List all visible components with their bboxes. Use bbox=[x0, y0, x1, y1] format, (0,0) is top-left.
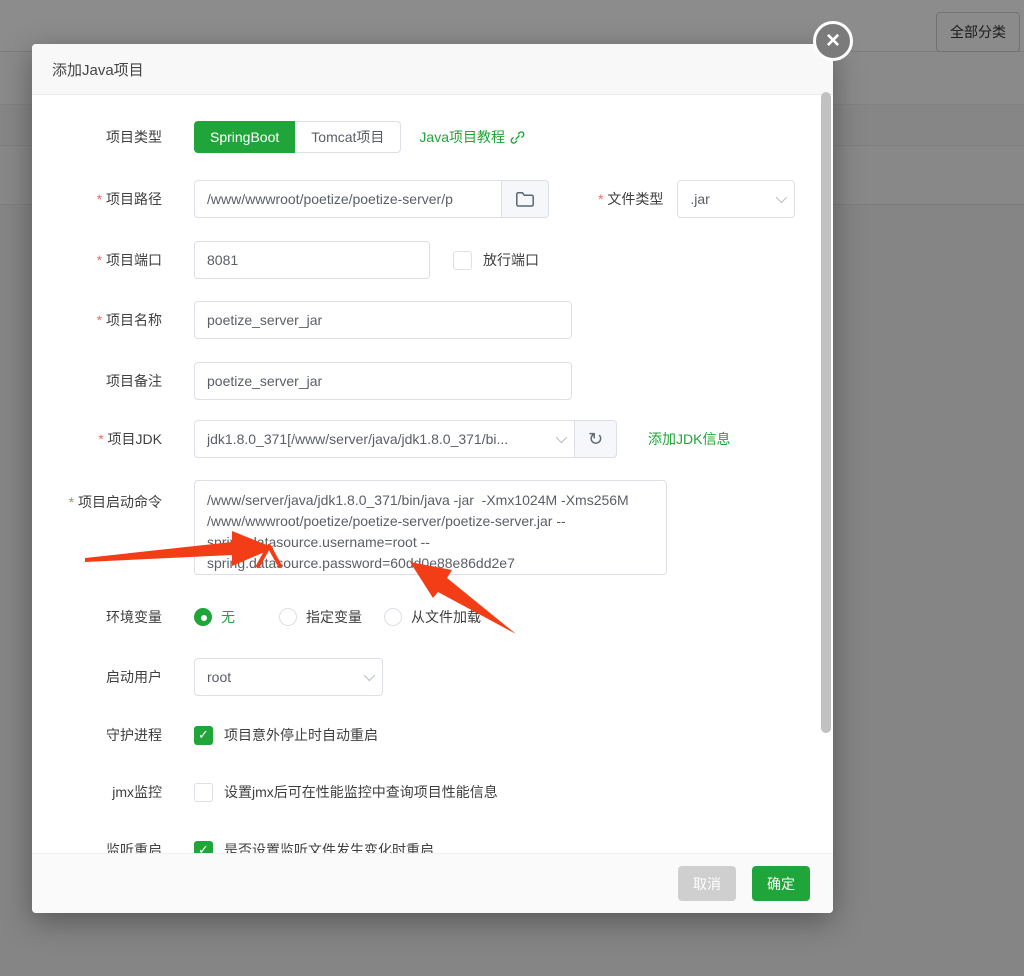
run-user-select[interactable]: root bbox=[194, 658, 383, 696]
project-port-label: 项目端口 bbox=[32, 250, 162, 270]
check-icon: ✓ bbox=[198, 727, 209, 743]
refresh-jdk-button[interactable]: ↻ bbox=[575, 420, 617, 458]
row-project-path: 项目路径 文件类型 .jar bbox=[32, 180, 795, 218]
dialog-footer: 取消 确定 bbox=[32, 853, 833, 913]
row-project-port: 项目端口 放行端口 bbox=[32, 241, 539, 279]
row-listen-restart: 监听重启 ✓ 是否设置监听文件发生变化时重启 bbox=[32, 840, 434, 853]
listen-restart-label: 监听重启 bbox=[32, 840, 162, 853]
row-project-type: 项目类型 SpringBoot Tomcat项目 Java项目教程 bbox=[32, 121, 525, 153]
env-vars-label: 环境变量 bbox=[32, 607, 162, 627]
browse-folder-button[interactable] bbox=[502, 180, 549, 218]
env-file-radio[interactable] bbox=[384, 608, 402, 626]
jmx-text: 设置jmx后可在性能监控中查询项目性能信息 bbox=[224, 782, 498, 802]
release-port-checkbox[interactable] bbox=[453, 251, 472, 270]
listen-restart-text: 是否设置监听文件发生变化时重启 bbox=[224, 840, 434, 853]
env-specify-radio[interactable] bbox=[279, 608, 297, 626]
link-icon bbox=[510, 130, 525, 145]
env-specify-label: 指定变量 bbox=[306, 607, 362, 627]
project-name-label: 项目名称 bbox=[32, 310, 162, 330]
type-tomcat-button[interactable]: Tomcat项目 bbox=[295, 121, 401, 153]
type-springboot-button[interactable]: SpringBoot bbox=[194, 121, 295, 153]
chevron-down-icon bbox=[776, 192, 787, 203]
add-jdk-link-text: 添加JDK信息 bbox=[648, 429, 730, 449]
screen: 全部分类 × 添加Java项目 项目类型 SpringBoot Tomcat项目… bbox=[0, 0, 1024, 976]
project-path-label: 项目路径 bbox=[32, 189, 162, 209]
row-jmx: jmx监控 设置jmx后可在性能监控中查询项目性能信息 bbox=[32, 782, 498, 802]
file-type-select[interactable]: .jar bbox=[677, 180, 795, 218]
add-jdk-link[interactable]: 添加JDK信息 bbox=[648, 429, 730, 449]
listen-restart-checkbox[interactable]: ✓ bbox=[194, 841, 213, 854]
folder-icon bbox=[515, 191, 535, 208]
project-jdk-value: jdk1.8.0_371[/www/server/java/jdk1.8.0_3… bbox=[207, 431, 508, 447]
chevron-down-icon bbox=[364, 670, 375, 681]
start-command-textarea[interactable]: /www/server/java/jdk1.8.0_371/bin/java -… bbox=[194, 480, 667, 575]
dialog-scrollbar[interactable] bbox=[821, 92, 831, 733]
chevron-down-icon bbox=[556, 432, 567, 443]
env-file-label: 从文件加载 bbox=[411, 607, 481, 627]
project-name-input[interactable] bbox=[194, 301, 572, 339]
env-none-label: 无 bbox=[221, 607, 235, 627]
file-type-label: 文件类型 bbox=[598, 189, 663, 209]
project-path-input[interactable] bbox=[194, 180, 502, 218]
close-icon[interactable]: × bbox=[813, 21, 853, 61]
env-none-radio[interactable] bbox=[194, 608, 212, 626]
project-jdk-select[interactable]: jdk1.8.0_371[/www/server/java/jdk1.8.0_3… bbox=[194, 420, 575, 458]
jmx-checkbox[interactable] bbox=[194, 783, 213, 802]
row-run-user: 启动用户 root bbox=[32, 658, 383, 696]
daemon-checkbox[interactable]: ✓ bbox=[194, 726, 213, 745]
project-note-input[interactable] bbox=[194, 362, 572, 400]
row-project-name: 项目名称 bbox=[32, 301, 572, 339]
jmx-label: jmx监控 bbox=[32, 782, 162, 802]
project-jdk-label: 项目JDK bbox=[32, 429, 162, 449]
check-icon: ✓ bbox=[198, 842, 209, 853]
file-type-value: .jar bbox=[690, 191, 709, 207]
start-command-label: 项目启动命令 bbox=[32, 480, 162, 512]
row-start-command: 项目启动命令 /www/server/java/jdk1.8.0_371/bin… bbox=[32, 480, 667, 575]
row-env-vars: 环境变量 无 指定变量 从文件加载 bbox=[32, 607, 481, 627]
release-port-label: 放行端口 bbox=[483, 250, 539, 270]
dialog-body: 项目类型 SpringBoot Tomcat项目 Java项目教程 bbox=[32, 95, 833, 853]
daemon-text: 项目意外停止时自动重启 bbox=[224, 725, 378, 745]
daemon-label: 守护进程 bbox=[32, 725, 162, 745]
run-user-label: 启动用户 bbox=[32, 667, 162, 687]
project-port-input[interactable] bbox=[194, 241, 430, 279]
cancel-button[interactable]: 取消 bbox=[678, 866, 736, 901]
java-tutorial-link-text: Java项目教程 bbox=[419, 127, 505, 147]
dialog-header: 添加Java项目 bbox=[32, 44, 833, 95]
java-tutorial-link[interactable]: Java项目教程 bbox=[419, 127, 525, 147]
row-project-jdk: 项目JDK jdk1.8.0_371[/www/server/java/jdk1… bbox=[32, 420, 730, 458]
row-project-note: 项目备注 bbox=[32, 362, 572, 400]
refresh-icon: ↻ bbox=[588, 429, 603, 450]
row-daemon: 守护进程 ✓ 项目意外停止时自动重启 bbox=[32, 725, 378, 745]
run-user-value: root bbox=[207, 669, 231, 685]
project-note-label: 项目备注 bbox=[32, 371, 162, 391]
dialog-title: 添加Java项目 bbox=[52, 59, 144, 80]
project-type-label: 项目类型 bbox=[32, 127, 162, 147]
add-java-project-dialog: × 添加Java项目 项目类型 SpringBoot Tomcat项目 Java… bbox=[32, 44, 833, 913]
confirm-button[interactable]: 确定 bbox=[752, 866, 810, 901]
